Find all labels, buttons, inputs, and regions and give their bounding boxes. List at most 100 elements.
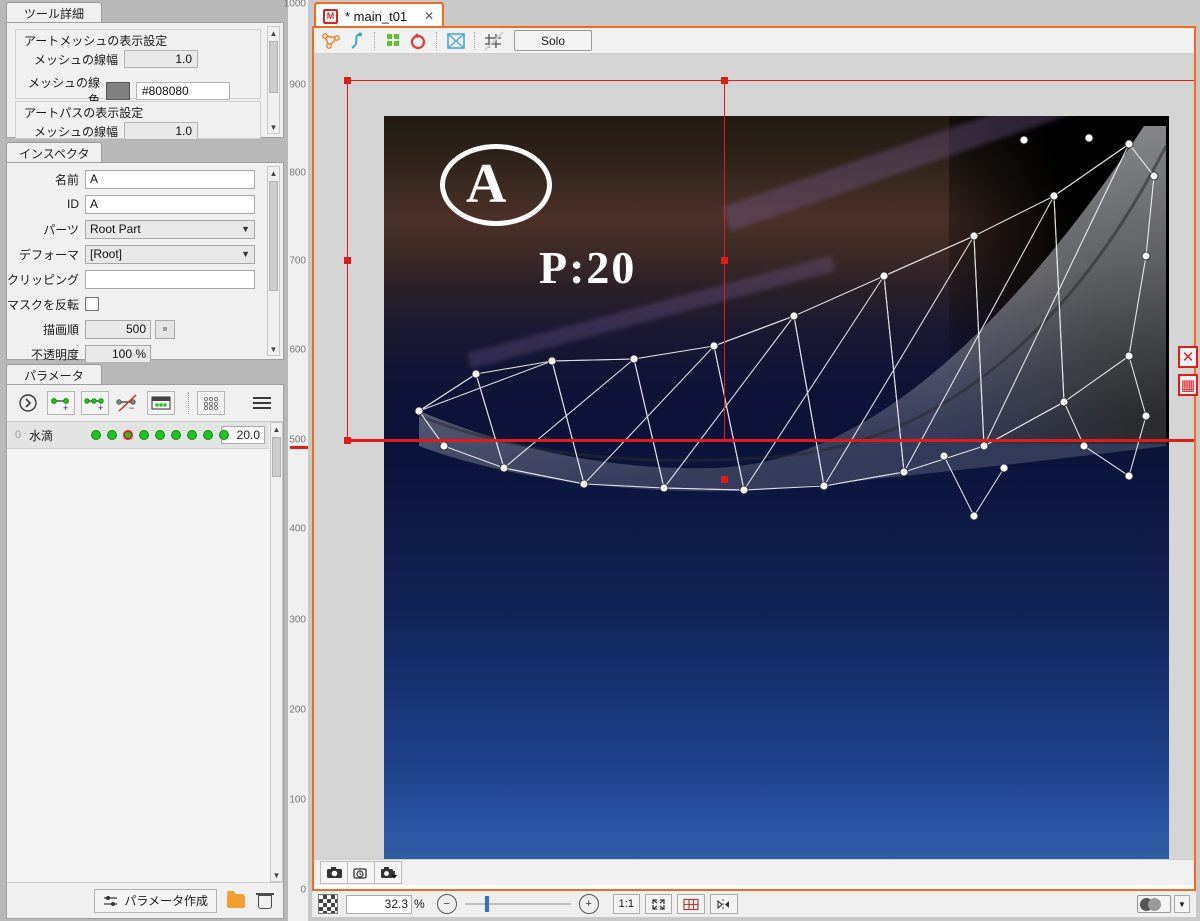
keypoint-1[interactable] (107, 430, 117, 440)
trash-icon[interactable] (256, 892, 274, 909)
svg-text:+: + (63, 403, 68, 412)
scroll-down-icon[interactable]: ▼ (268, 343, 279, 355)
mesh-undo-icon[interactable] (406, 30, 430, 52)
keypoint-4[interactable] (155, 430, 165, 440)
menu-icon[interactable] (253, 392, 275, 414)
snapshot-toolbar (314, 859, 1194, 885)
scroll-thumb[interactable] (269, 181, 278, 291)
ruler-tick-300: 300 (289, 614, 306, 626)
toolbar-separator (474, 31, 476, 50)
solo-button[interactable]: Solo (514, 30, 592, 51)
name-input[interactable]: A (85, 169, 255, 189)
zoom-in-icon[interactable]: + (578, 894, 599, 914)
mesh-box-icon[interactable] (444, 30, 468, 52)
inspector-row-draw-order: 描画順 500 (7, 318, 263, 340)
handle-top-center[interactable] (721, 77, 728, 84)
handle-bottom-left[interactable] (344, 437, 351, 444)
artpath-display-section: アートパスの表示設定 メッシュの線幅 1.0 (15, 101, 261, 140)
part-select[interactable]: Root Part ▼ (85, 219, 255, 239)
canvas-stage[interactable]: A P:20 (314, 54, 1194, 859)
selection-bounding-box[interactable] (347, 80, 1194, 440)
zoom-value-input[interactable]: 32.3 (346, 894, 412, 914)
keypoint-5[interactable] (171, 430, 181, 440)
svg-text:−: − (129, 403, 134, 413)
create-parameter-button[interactable]: パラメータ作成 (94, 888, 217, 913)
checker-background-icon[interactable] (318, 894, 338, 914)
mesh-line-width-input[interactable]: 1.0 (124, 50, 198, 68)
mesh-grid-icon[interactable]: ▦ (1178, 374, 1198, 396)
ruler-tick-400: 400 (289, 523, 306, 535)
keyform-edit-icon[interactable] (147, 391, 175, 415)
dot-icon (163, 327, 167, 331)
draw-order-options-button[interactable] (155, 319, 175, 339)
parameter-grid-icon[interactable] (197, 391, 225, 415)
opacity-input[interactable]: 100 % (85, 344, 151, 364)
onion-skin-toggle[interactable] (1137, 895, 1171, 913)
inspector-tabstrip: インスペクタ (0, 140, 288, 163)
inspector-row-id: ID A (7, 193, 263, 215)
zoom-out-icon[interactable]: − (436, 894, 457, 914)
grid-disabled-icon[interactable] (482, 30, 506, 52)
invert-mask-checkbox[interactable] (85, 297, 99, 311)
grid-toggle-button[interactable] (676, 894, 705, 914)
scroll-down-icon[interactable]: ▼ (268, 121, 279, 133)
id-input[interactable]: A (85, 194, 255, 214)
parameter-keypoint-track[interactable] (91, 422, 229, 448)
scroll-thumb[interactable] (269, 41, 278, 93)
close-icon[interactable]: ✕ (424, 9, 434, 23)
tab-main-t01[interactable]: M * main_t01 ✕ (314, 2, 445, 28)
play-circle-icon[interactable] (15, 392, 41, 414)
keypoint-0[interactable] (91, 430, 101, 440)
handle-mid-left[interactable] (344, 257, 351, 264)
clipping-label: クリッピング (7, 272, 80, 287)
fit-to-screen-button[interactable] (644, 894, 672, 914)
scroll-up-icon[interactable]: ▲ (271, 423, 282, 435)
clipping-input[interactable] (85, 269, 255, 289)
add-keyform-icon[interactable]: + (47, 391, 75, 415)
parameter-row-suiteki[interactable]: 0 水滴 20.0 (7, 422, 269, 449)
mirror-edit-button[interactable] (709, 894, 738, 914)
inspector-scrollbar[interactable]: ▲ ▼ (267, 166, 280, 356)
actual-size-button[interactable]: 1:1 (612, 894, 640, 914)
parameter-list-scrollbar[interactable]: ▲ ▼ (270, 422, 283, 882)
keypoint-3[interactable] (139, 430, 149, 440)
add-keyform-multi-icon[interactable]: + (81, 391, 109, 415)
delete-keyform-icon[interactable]: − (115, 392, 141, 414)
left-panel-column: ツール詳細 アートメッシュの表示設定 メッシュの線幅 1.0 メッシュの線色 #… (0, 0, 288, 921)
tab-tool-detail[interactable]: ツール詳細 (6, 2, 102, 23)
zoom-slider-thumb[interactable] (484, 896, 489, 912)
handle-bottom-center[interactable] (721, 476, 728, 483)
scroll-up-icon[interactable]: ▲ (268, 27, 279, 39)
tab-inspector[interactable]: インスペクタ (6, 142, 103, 163)
mesh-line-color-swatch[interactable] (106, 82, 130, 100)
art-path-icon[interactable] (344, 30, 368, 52)
keypoint-2-selected[interactable] (123, 430, 133, 440)
inspector-panel: インスペクタ 名前 A ID A パーツ Root Part ▼ デフォーマ [… (0, 140, 288, 364)
camera-icon[interactable] (320, 861, 348, 884)
scroll-up-icon[interactable]: ▲ (268, 167, 279, 179)
handle-top-left[interactable] (344, 77, 351, 84)
deformer-select[interactable]: [Root] ▼ (85, 244, 255, 264)
keypoint-7[interactable] (203, 430, 213, 440)
ruler-tick-900: 900 (289, 79, 306, 91)
draw-order-input[interactable]: 500 (85, 319, 151, 339)
keypoint-8[interactable] (219, 430, 229, 440)
tab-parameters[interactable]: パラメータ (6, 364, 102, 385)
camera-export-icon[interactable] (374, 861, 402, 884)
zoom-slider[interactable] (464, 894, 571, 914)
scroll-thumb[interactable] (272, 437, 281, 477)
camera-history-icon[interactable] (347, 861, 375, 884)
keypoint-6[interactable] (187, 430, 197, 440)
artpath-line-width-input[interactable]: 1.0 (124, 122, 198, 140)
folder-icon[interactable] (227, 890, 245, 908)
scroll-down-icon[interactable]: ▼ (271, 869, 282, 881)
chevron-down-icon[interactable]: ▼ (1174, 895, 1190, 913)
ruler-tick-500: 500 (289, 434, 306, 446)
mesh-edit-icon[interactable] (382, 30, 406, 52)
close-mesh-editor-icon[interactable]: ✕ (1178, 346, 1198, 368)
part-label: パーツ (43, 222, 79, 237)
mesh-vertex-icon[interactable] (320, 30, 344, 52)
mesh-line-color-input[interactable]: #808080 (136, 82, 230, 100)
handle-mid-center[interactable] (721, 257, 728, 264)
tool-detail-scrollbar[interactable]: ▲ ▼ (267, 26, 280, 134)
